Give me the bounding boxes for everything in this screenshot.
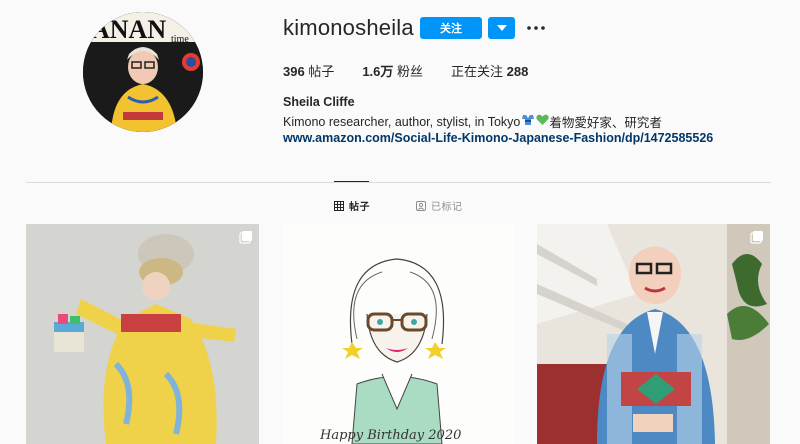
more-options-button[interactable] — [526, 18, 546, 38]
kimono-emoji-icon — [521, 114, 535, 129]
more-horizontal-icon — [527, 26, 545, 30]
grid-icon — [334, 200, 344, 211]
posts-stat: 396 帖子 — [283, 61, 334, 80]
tab-posts-label: 帖子 — [349, 202, 370, 213]
bio: Kimono researcher, author, stylist, in T… — [283, 112, 662, 131]
chevron-down-icon — [496, 25, 507, 31]
green-heart-icon — [536, 114, 550, 129]
followers-stat[interactable]: 1.6万 粉丝 — [362, 61, 423, 80]
posts-count: 396 — [283, 64, 305, 79]
post-thumbnail[interactable] — [537, 224, 770, 444]
carousel-icon — [239, 231, 252, 244]
follow-button[interactable]: 关注 — [420, 17, 482, 39]
avatar[interactable]: ANAN time — [83, 12, 203, 132]
post-image — [537, 224, 770, 444]
following-count: 288 — [506, 64, 529, 79]
suggestions-dropdown-button[interactable] — [488, 17, 515, 39]
tab-tagged-label: 已标记 — [431, 202, 463, 213]
post-image: Happy Birthday 2020 — [282, 224, 515, 444]
followers-count: 1.6万 — [362, 64, 394, 79]
carousel-icon — [750, 231, 763, 244]
full-name: Sheila Cliffe — [283, 95, 355, 109]
post-thumbnail[interactable]: Happy Birthday 2020 — [282, 224, 515, 444]
tab-posts[interactable]: 帖子 — [334, 198, 370, 213]
profile-link[interactable]: www.amazon.com/Social-Life-Kimono-Japane… — [283, 131, 713, 145]
active-tab-indicator — [334, 181, 369, 182]
username: kimonosheila — [283, 15, 414, 40]
bio-text: Kimono researcher, author, stylist, in T… — [283, 114, 521, 129]
following-stat[interactable]: 正在关注 288 — [451, 61, 528, 80]
avatar-magazine-title: ANAN — [91, 15, 166, 44]
post-caption: Happy Birthday 2020 — [319, 428, 461, 443]
bio-japanese-text: 着物愛好家、研究者 — [549, 116, 662, 130]
tab-tagged[interactable]: 已标记 — [416, 198, 463, 213]
profile-stats: 396 帖子 1.6万 粉丝 正在关注 288 — [283, 61, 556, 80]
post-image — [26, 224, 259, 444]
avatar-magazine-subtitle: time — [171, 34, 189, 45]
post-thumbnail[interactable] — [26, 224, 259, 444]
posts-stat-label: 帖子 — [304, 64, 335, 79]
followers-stat-label: 粉丝 — [393, 64, 424, 79]
tagged-icon — [416, 200, 426, 211]
tabs-divider — [26, 182, 771, 183]
following-stat-label: 正在关注 — [451, 64, 507, 79]
